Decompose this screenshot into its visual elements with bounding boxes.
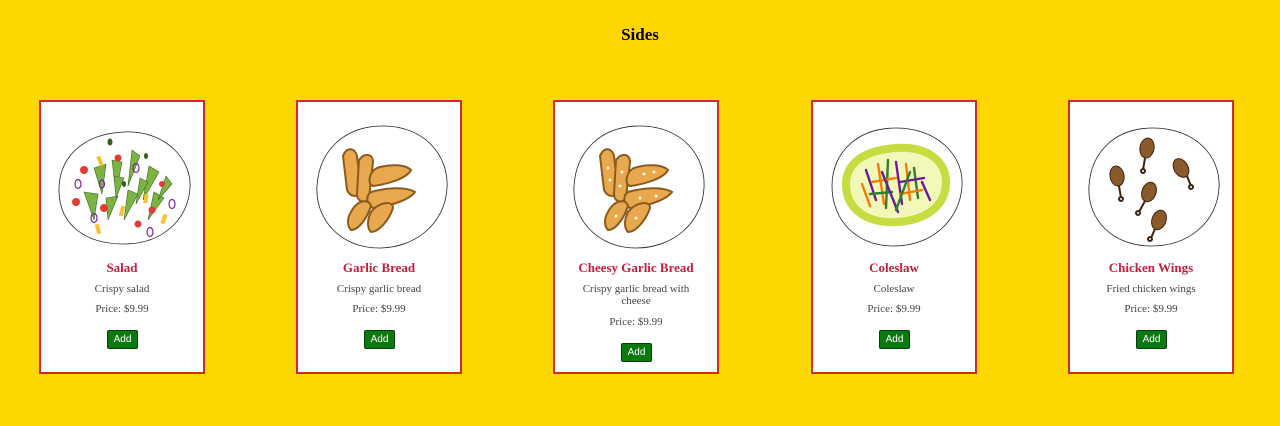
page-title: Sides — [621, 25, 659, 44]
add-coleslaw-button[interactable]: Add — [879, 330, 910, 349]
chicken-wings-image — [1088, 127, 1220, 247]
item-name: Coleslaw — [869, 260, 919, 275]
add-chicken-wings-button[interactable]: Add — [1136, 330, 1167, 349]
menu-grid: Salad Crispy salad Price: $9.99 Add Garl… — [0, 100, 1280, 376]
menu-card-salad: Salad Crispy salad Price: $9.99 Add — [39, 100, 205, 374]
menu-card-cheesy-garlic-bread: Cheesy Garlic Bread Crispy garlic bread … — [553, 100, 719, 374]
item-name: Salad — [106, 260, 138, 275]
item-price: Price: $9.99 — [95, 303, 149, 315]
menu-card-coleslaw: Coleslaw Coleslaw Price: $9.99 Add — [811, 100, 977, 374]
item-price: Price: $9.99 — [609, 316, 663, 328]
menu-card-chicken-wings: Chicken Wings Fried chicken wings Price:… — [1068, 100, 1234, 374]
item-name: Garlic Bread — [342, 260, 416, 275]
coleslaw-image — [831, 127, 963, 247]
cheesy-garlic-bread-image — [573, 125, 705, 249]
item-description: Coleslaw — [873, 283, 915, 295]
item-name: Chicken Wings — [1108, 260, 1194, 275]
item-price: Price: $9.99 — [1124, 303, 1178, 315]
item-name: Cheesy Garlic Bread — [578, 260, 694, 275]
item-price: Price: $9.99 — [352, 303, 406, 315]
item-description: Crispy salad — [94, 283, 150, 295]
item-description: Fried chicken wings — [1106, 283, 1196, 295]
salad-image — [58, 131, 191, 245]
item-description: Crispy garlic bread with cheese — [582, 283, 690, 307]
add-cheesy-garlic-bread-button[interactable]: Add — [621, 343, 652, 362]
menu-card-garlic-bread: Garlic Bread Crispy garlic bread Price: … — [296, 100, 462, 374]
add-garlic-bread-button[interactable]: Add — [364, 330, 395, 349]
add-salad-button[interactable]: Add — [107, 330, 138, 349]
item-price: Price: $9.99 — [867, 303, 921, 315]
garlic-bread-image — [316, 125, 448, 249]
item-description: Crispy garlic bread — [336, 283, 422, 295]
